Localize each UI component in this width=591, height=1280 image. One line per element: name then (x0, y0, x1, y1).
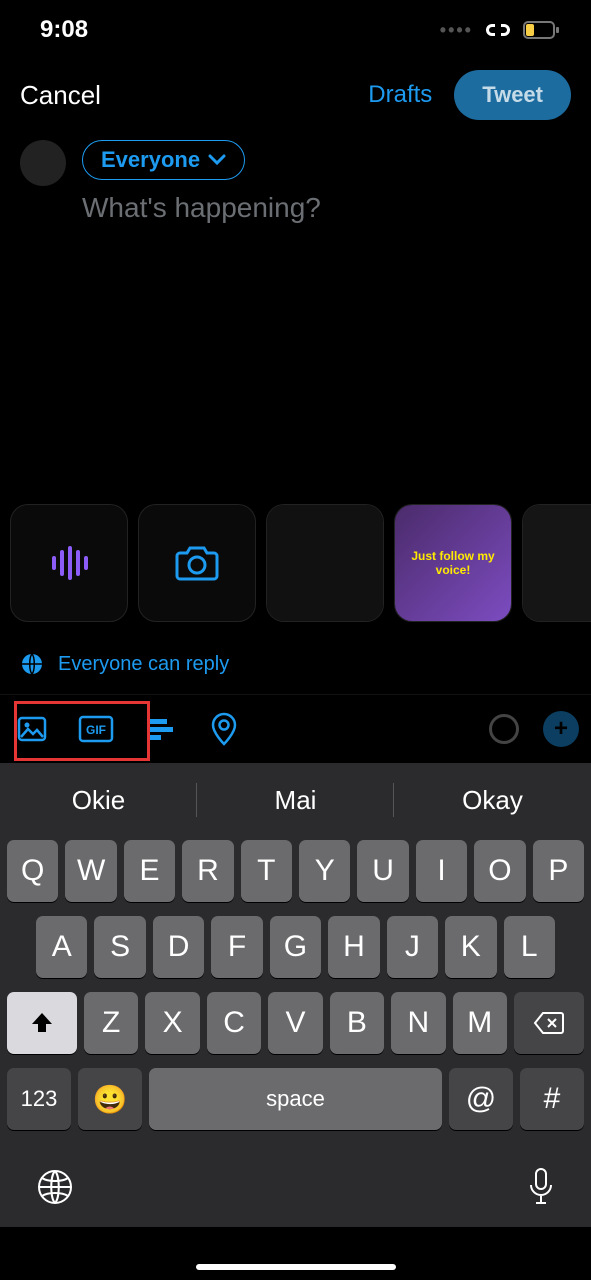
globe-keyboard-icon[interactable] (36, 1168, 74, 1206)
tweet-button[interactable]: Tweet (454, 70, 571, 120)
key-at[interactable]: @ (449, 1068, 513, 1130)
key-w[interactable]: W (65, 840, 116, 902)
key-k[interactable]: K (445, 916, 496, 978)
poll-icon (144, 715, 176, 743)
key-m[interactable]: M (453, 992, 507, 1054)
camera-tile[interactable] (138, 504, 256, 622)
location-icon (211, 712, 237, 746)
key-emoji[interactable]: 😀 (78, 1068, 142, 1130)
home-indicator[interactable] (196, 1264, 396, 1270)
key-e[interactable]: E (124, 840, 175, 902)
key-y[interactable]: Y (299, 840, 350, 902)
compose-input[interactable]: What's happening? (82, 192, 571, 224)
more-dots-icon: •••• (440, 20, 473, 41)
reply-settings[interactable]: Everyone can reply (0, 634, 591, 695)
key-shift[interactable] (7, 992, 77, 1054)
image-button[interactable] (12, 709, 52, 749)
key-z[interactable]: Z (84, 992, 138, 1054)
suggestion-2[interactable]: Mai (197, 767, 394, 833)
gallery-thumb-1[interactable] (266, 504, 384, 622)
shift-icon (29, 1010, 55, 1036)
status-time: 9:08 (40, 16, 88, 44)
key-u[interactable]: U (357, 840, 408, 902)
soundwave-icon (46, 540, 92, 586)
key-space[interactable]: space (149, 1068, 442, 1130)
gif-button[interactable]: GIF (76, 709, 116, 749)
media-row: Just follow my voice! (0, 504, 591, 622)
reply-label: Everyone can reply (58, 653, 229, 676)
suggestion-3[interactable]: Okay (394, 767, 591, 833)
audience-label: Everyone (101, 147, 200, 173)
status-right: •••• (440, 20, 561, 41)
key-p[interactable]: P (533, 840, 584, 902)
compose-area: Everyone What's happening? (0, 130, 591, 224)
suggestion-1[interactable]: Okie (0, 767, 197, 833)
poll-button[interactable] (140, 709, 180, 749)
key-backspace[interactable] (514, 992, 584, 1054)
link-icon (483, 20, 513, 40)
key-g[interactable]: G (270, 916, 321, 978)
key-t[interactable]: T (241, 840, 292, 902)
key-n[interactable]: N (391, 992, 445, 1054)
key-c[interactable]: C (207, 992, 261, 1054)
status-bar: 9:08 •••• (0, 0, 591, 60)
key-q[interactable]: Q (7, 840, 58, 902)
camera-icon (174, 543, 220, 583)
key-v[interactable]: V (268, 992, 322, 1054)
key-h[interactable]: H (328, 916, 379, 978)
key-f[interactable]: F (211, 916, 262, 978)
key-r[interactable]: R (182, 840, 233, 902)
key-i[interactable]: I (416, 840, 467, 902)
key-b[interactable]: B (330, 992, 384, 1054)
location-button[interactable] (204, 709, 244, 749)
svg-text:GIF: GIF (86, 723, 106, 737)
chevron-down-icon (208, 154, 226, 166)
cancel-button[interactable]: Cancel (20, 80, 101, 111)
audio-record-tile[interactable] (10, 504, 128, 622)
keyboard: Okie Mai Okay Q W E R T Y U I O P A S D … (0, 763, 591, 1227)
key-s[interactable]: S (94, 916, 145, 978)
drafts-button[interactable]: Drafts (368, 81, 432, 109)
compose-header: Cancel Drafts Tweet (0, 60, 591, 130)
backspace-icon (533, 1011, 565, 1035)
gallery-thumb-2[interactable]: Just follow my voice! (394, 504, 512, 622)
gallery-thumb-3[interactable] (522, 504, 591, 622)
suggestion-bar: Okie Mai Okay (0, 767, 591, 833)
battery-icon (523, 21, 561, 39)
globe-icon (20, 652, 44, 676)
key-hash[interactable]: # (520, 1068, 584, 1130)
thumb-caption: Just follow my voice! (399, 549, 507, 577)
add-thread-button[interactable]: + (543, 711, 579, 747)
compose-toolbar: GIF + (0, 695, 591, 763)
key-123[interactable]: 123 (7, 1068, 71, 1130)
key-d[interactable]: D (153, 916, 204, 978)
char-count-ring (489, 714, 519, 744)
key-l[interactable]: L (504, 916, 555, 978)
key-a[interactable]: A (36, 916, 87, 978)
audience-selector[interactable]: Everyone (82, 140, 245, 180)
key-o[interactable]: O (474, 840, 525, 902)
mic-icon[interactable] (527, 1167, 555, 1207)
key-x[interactable]: X (145, 992, 199, 1054)
image-icon (16, 713, 48, 745)
key-j[interactable]: J (387, 916, 438, 978)
avatar (20, 140, 66, 186)
gif-icon: GIF (78, 715, 114, 743)
